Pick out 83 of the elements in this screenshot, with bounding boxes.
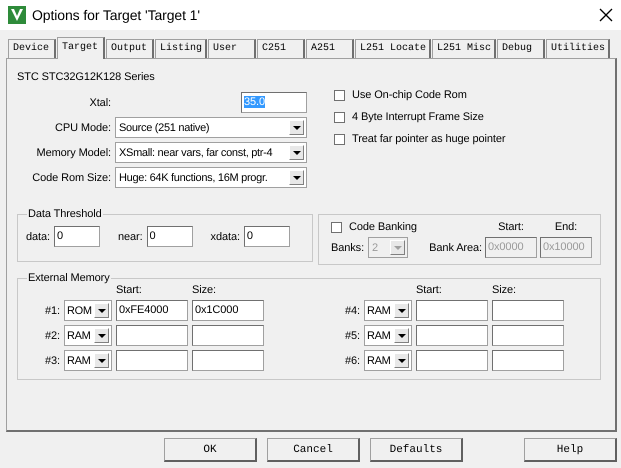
row-label: #3: <box>44 354 60 366</box>
column-header: Start: <box>497 221 525 233</box>
caret-icon <box>292 126 300 130</box>
tab[interactable]: C251 <box>257 39 306 58</box>
app-icon <box>8 6 26 24</box>
column-header: Size: <box>192 284 217 296</box>
input-field[interactable]: 0 <box>54 226 100 247</box>
dropdown[interactable]: ROM <box>64 300 112 321</box>
tab[interactable]: User <box>208 39 256 58</box>
caret-icon <box>98 308 106 312</box>
dropdown[interactable]: RAM <box>364 300 412 321</box>
window-title: Options for Target 'Target 1' <box>32 7 201 23</box>
dropdown[interactable]: RAM <box>64 350 112 371</box>
tab[interactable]: Output <box>106 39 154 58</box>
caret-icon <box>398 308 406 312</box>
column-header: Start: <box>116 284 143 296</box>
input-field[interactable]: 0 <box>244 226 290 247</box>
row-label: #2: <box>44 330 60 342</box>
row-label: #6: <box>344 354 360 366</box>
tab[interactable]: A251 <box>306 39 354 58</box>
row-label: #4: <box>344 304 360 316</box>
caret-icon <box>292 150 300 154</box>
group-title: Data Threshold <box>27 208 103 220</box>
tab[interactable]: L251 Misc <box>432 39 496 58</box>
checkbox-label: 4 Byte Interrupt Frame Size <box>352 111 484 123</box>
input-field[interactable] <box>416 325 488 346</box>
row-label: #5: <box>344 330 360 342</box>
group-title: External Memory <box>27 272 111 284</box>
caret-icon <box>292 176 300 180</box>
device-name: STC STC32G12K128 Series <box>17 71 156 83</box>
field-label: Xtal: <box>88 96 111 108</box>
dialog-button[interactable]: Defaults <box>370 438 463 462</box>
input-field[interactable] <box>416 300 488 321</box>
column-header: Start: <box>416 284 443 296</box>
input-field[interactable] <box>492 325 564 346</box>
checkbox-label: Treat far pointer as huge pointer <box>352 133 506 145</box>
field-label: Banks: <box>331 242 364 254</box>
dialog-button[interactable]: Help <box>524 438 617 462</box>
caret-icon <box>98 358 106 362</box>
input-field[interactable]: 0xFE4000 <box>116 300 188 321</box>
field-label: CPU Mode: <box>54 122 111 134</box>
field-label: Code Rom Size: <box>31 172 111 184</box>
dropdown[interactable]: RAM <box>364 350 412 371</box>
dropdown[interactable]: Source (251 native) <box>115 117 307 138</box>
dropdown[interactable]: RAM <box>364 325 412 346</box>
input-field[interactable] <box>116 325 188 346</box>
column-header: Size: <box>492 284 517 296</box>
input-field[interactable] <box>492 350 564 371</box>
tab[interactable]: Debug <box>497 39 546 58</box>
close-icon[interactable] <box>599 8 613 22</box>
row-label: #1: <box>44 304 60 316</box>
input-field[interactable] <box>492 300 564 321</box>
dialog-button[interactable]: OK <box>164 438 257 462</box>
field-label: xdata: <box>210 230 240 242</box>
checkbox-label: Code Banking <box>349 221 417 233</box>
field-label: near: <box>118 230 143 242</box>
checkbox[interactable] <box>334 90 345 100</box>
dropdown[interactable]: RAM <box>64 325 112 346</box>
tab[interactable]: Listing <box>155 39 208 58</box>
input-field[interactable]: 0 <box>146 226 193 247</box>
input-field[interactable]: 0x1C000 <box>192 300 264 321</box>
caret-icon <box>398 358 406 362</box>
field-label: Memory Model: <box>36 146 111 158</box>
dropdown[interactable]: Huge: 64K functions, 16M progr. <box>115 167 307 188</box>
input-field[interactable] <box>416 350 488 371</box>
dropdown[interactable]: XSmall: near vars, far const, ptr-4 <box>115 142 307 163</box>
tab[interactable]: Device <box>8 39 56 58</box>
column-header: End: <box>554 221 578 233</box>
tab[interactable]: Target <box>57 37 105 59</box>
caret-icon <box>98 334 106 338</box>
tab[interactable]: Utilities <box>546 39 610 58</box>
field-label: data: <box>26 230 50 242</box>
checkbox[interactable] <box>334 134 345 144</box>
field-label: Bank Area: <box>428 242 482 254</box>
input-field[interactable] <box>116 350 188 371</box>
dialog-button[interactable]: Cancel <box>267 438 360 462</box>
input-field[interactable] <box>192 350 264 371</box>
caret-icon <box>398 334 406 338</box>
tab[interactable]: L251 Locate <box>355 39 432 58</box>
input-field[interactable] <box>192 325 264 346</box>
checkbox[interactable] <box>334 112 345 122</box>
caret-icon <box>394 246 402 250</box>
checkbox-label: Use On-chip Code Rom <box>352 89 467 101</box>
